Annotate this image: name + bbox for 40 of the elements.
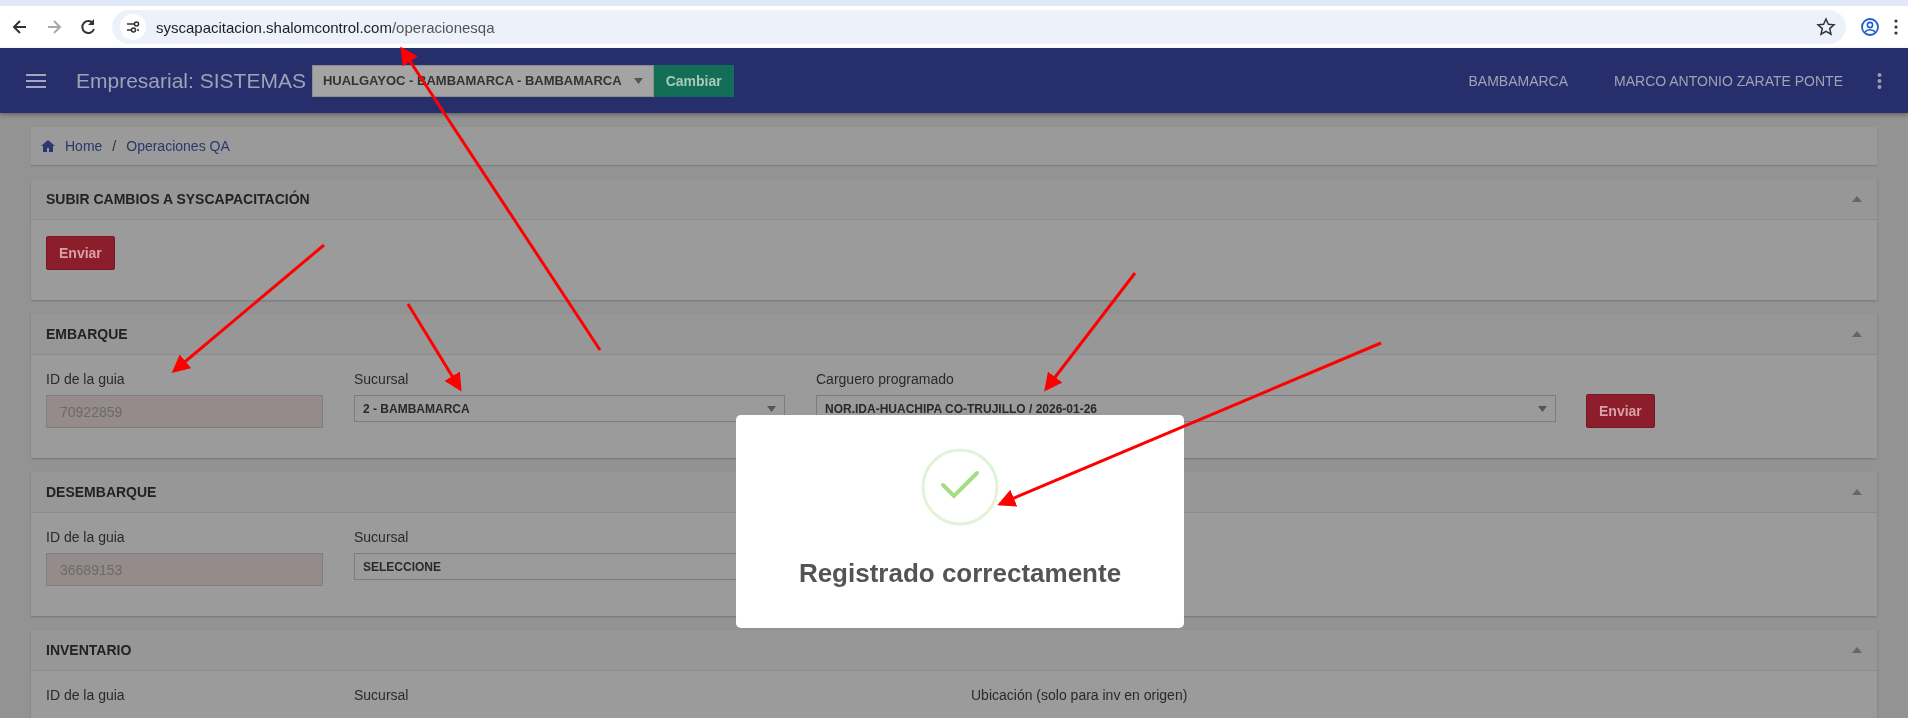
caret-icon xyxy=(767,405,776,412)
panel-header[interactable]: INVENTARIO xyxy=(31,630,1877,671)
panel-header[interactable]: EMBARQUE xyxy=(31,314,1877,355)
more-icon[interactable] xyxy=(1877,72,1882,89)
field-label: Sucursal xyxy=(354,371,410,387)
field-label: Ubicación (solo para inv en origen) xyxy=(971,687,1188,703)
panel-title: INVENTARIO xyxy=(46,642,132,658)
field-label: ID de la guia xyxy=(46,529,126,545)
field-label: Sucursal xyxy=(354,529,410,545)
app-title: Empresarial: SISTEMAS xyxy=(76,68,306,93)
caret-icon xyxy=(1538,405,1547,412)
breadcrumb-separator: / xyxy=(112,138,117,154)
success-check-icon xyxy=(921,448,999,526)
field-label: Carguero programado xyxy=(816,371,955,387)
panel-title: DESEMBARQUE xyxy=(46,484,157,500)
change-button[interactable]: Cambiar xyxy=(653,64,734,97)
panel-title: EMBARQUE xyxy=(46,326,128,342)
url-text: syscapacitacion.shalomcontrol.com/operacionesqa xyxy=(156,18,495,36)
field-label: Sucursal xyxy=(354,687,410,703)
select-field[interactable]: 2 - BAMBAMARCA xyxy=(354,395,785,422)
dialog-message: Registrado correctamente xyxy=(798,558,1122,589)
reload-icon[interactable] xyxy=(78,17,98,37)
menu-icon[interactable] xyxy=(1894,19,1898,35)
panel-title: SUBIR CAMBIOS A SYSCAPACITACIÓN xyxy=(46,191,310,207)
star-icon[interactable] xyxy=(1816,17,1836,37)
home-icon[interactable] xyxy=(41,140,55,152)
field-label: ID de la guia xyxy=(46,687,126,703)
user-name[interactable]: MARCO ANTONIO ZARATE PONTE xyxy=(1614,72,1843,89)
caret-icon xyxy=(633,77,643,84)
site-settings-icon[interactable] xyxy=(125,19,141,35)
breadcrumb-link[interactable]: Operaciones QA xyxy=(126,138,230,154)
menu-icon[interactable] xyxy=(26,73,46,88)
profile-icon[interactable] xyxy=(1860,17,1880,37)
panel-header[interactable]: SUBIR CAMBIOS A SYSCAPACITACIÓN xyxy=(31,179,1877,220)
send-button[interactable]: Enviar xyxy=(46,236,115,270)
field-label: ID de la guia xyxy=(46,371,126,387)
address-bar[interactable]: syscapacitacion.shalomcontrol.com/operacionesqa xyxy=(112,10,1846,44)
send-button[interactable]: Enviar xyxy=(1586,394,1655,428)
branch-name: BAMBAMARCA xyxy=(1468,72,1569,89)
breadcrumb-link[interactable]: Home xyxy=(65,138,103,154)
